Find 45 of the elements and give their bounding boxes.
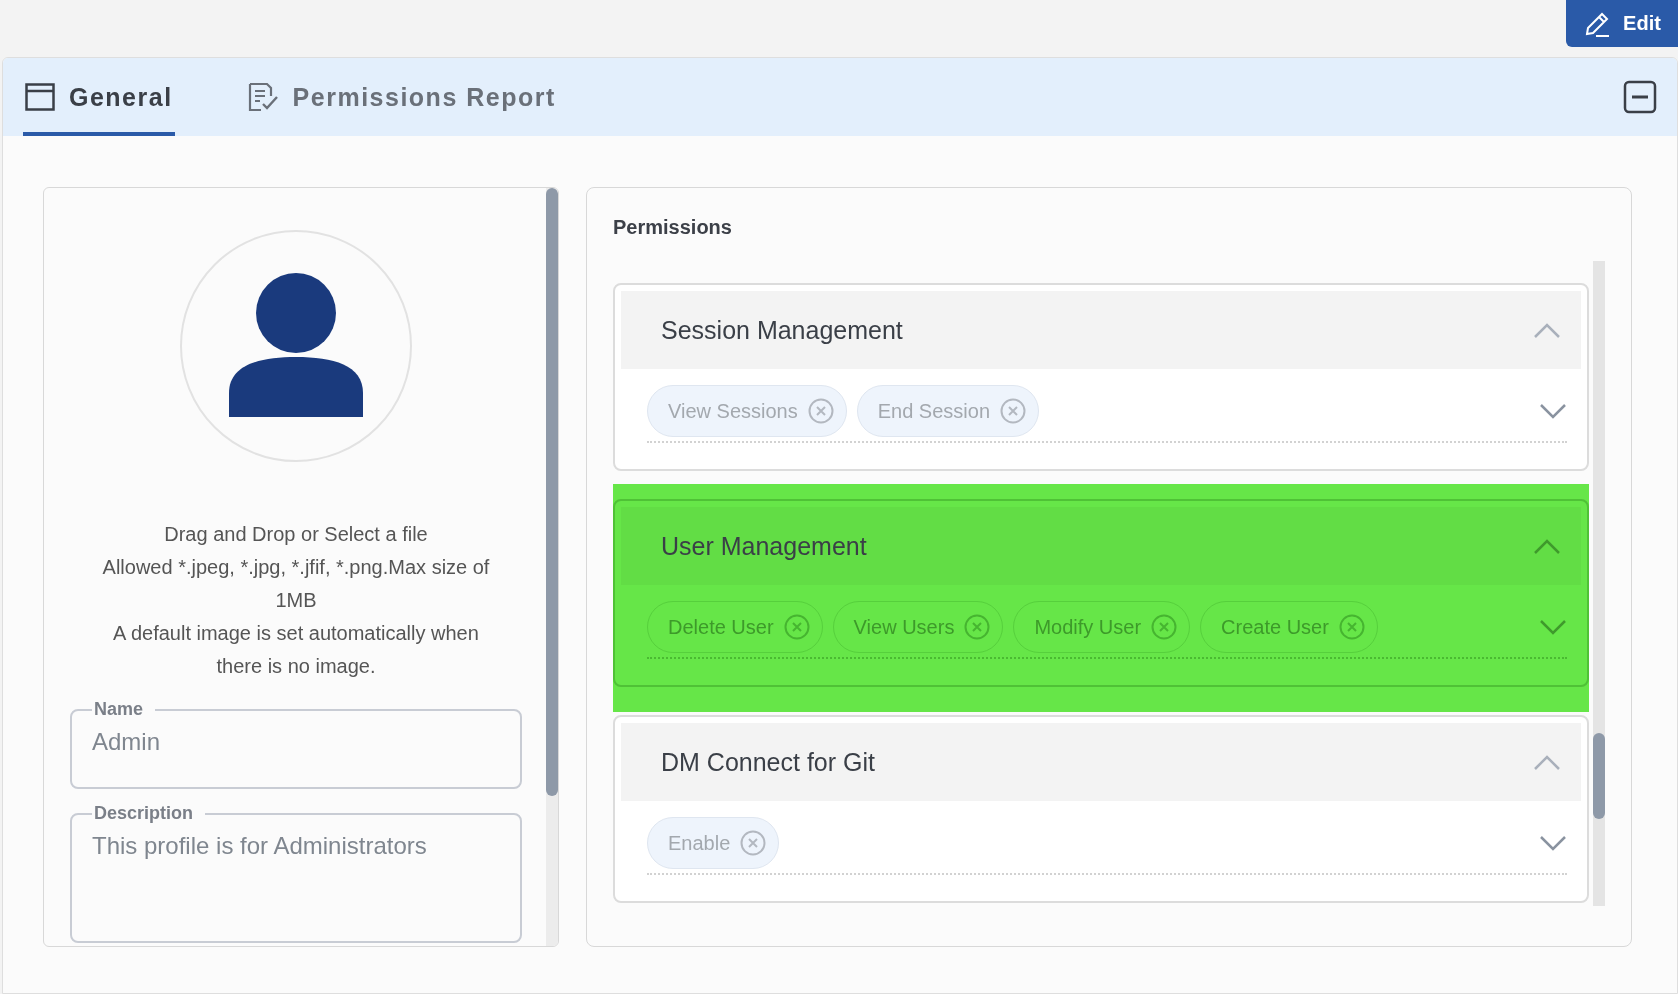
field-label: Description: [93, 803, 195, 824]
permissions-title: Permissions: [613, 216, 733, 239]
collapse-icon[interactable]: [1623, 80, 1657, 114]
group-title: DM Connect for Git: [661, 747, 875, 777]
chevron-up-icon[interactable]: [1533, 537, 1561, 555]
clear-icon[interactable]: [807, 398, 834, 424]
group-header[interactable]: User Management: [621, 507, 1581, 585]
clear-icon[interactable]: [740, 830, 767, 856]
window-icon: [25, 83, 55, 111]
name-field[interactable]: Name Admin: [70, 699, 522, 789]
group-title: User Management: [661, 531, 867, 561]
scrollbar[interactable]: [1593, 261, 1605, 906]
description-field[interactable]: Description This profile is for Administrators: [70, 803, 522, 943]
scrollbar[interactable]: [546, 188, 558, 946]
chevron-up-icon[interactable]: [1533, 753, 1561, 771]
clear-icon[interactable]: [1151, 614, 1178, 640]
permission-tag: End Session: [856, 385, 1039, 437]
permission-tag: View Sessions: [647, 385, 847, 437]
avatar-frame[interactable]: [180, 230, 412, 462]
upload-hint-text: Drag and Drop or Select a file: [164, 522, 428, 547]
chevron-up-icon[interactable]: [1533, 321, 1561, 339]
permission-select[interactable]: Delete User View Users Modify User Create User: [647, 601, 1567, 659]
group-header[interactable]: DM Connect for Git: [621, 723, 1581, 801]
tab[interactable]: Permissions Report: [244, 58, 558, 136]
description-input[interactable]: This profile is for Administrators: [92, 824, 500, 896]
chevron-down-icon[interactable]: [1539, 402, 1567, 420]
chevron-down-icon[interactable]: [1539, 834, 1567, 852]
edit-button[interactable]: Edit: [1566, 0, 1678, 47]
upload-hint-text: Allowed *.jpeg, *.jpg, *.jfif, *.png.Max size of 1MB: [101, 555, 491, 613]
name-input[interactable]: Admin: [92, 720, 500, 764]
upload-hint-text: A default image is set automatically when there is no image.: [112, 621, 480, 679]
field-label: Name: [93, 699, 145, 720]
chevron-down-icon[interactable]: [1539, 618, 1567, 636]
group-title: Session Management: [661, 315, 903, 345]
clear-icon[interactable]: [964, 614, 991, 640]
clear-icon[interactable]: [1338, 614, 1365, 640]
clear-icon[interactable]: [1000, 398, 1026, 424]
group-header[interactable]: Session Management: [621, 291, 1581, 369]
user-silhouette-icon: [229, 273, 363, 419]
permission-tag: Enable: [647, 817, 780, 869]
document-check-icon: [246, 82, 279, 112]
permission-select[interactable]: View Sessions End Session: [647, 385, 1567, 443]
permission-select[interactable]: Enable: [647, 817, 1567, 875]
clear-icon[interactable]: [783, 614, 810, 640]
tab[interactable]: General: [23, 58, 175, 136]
